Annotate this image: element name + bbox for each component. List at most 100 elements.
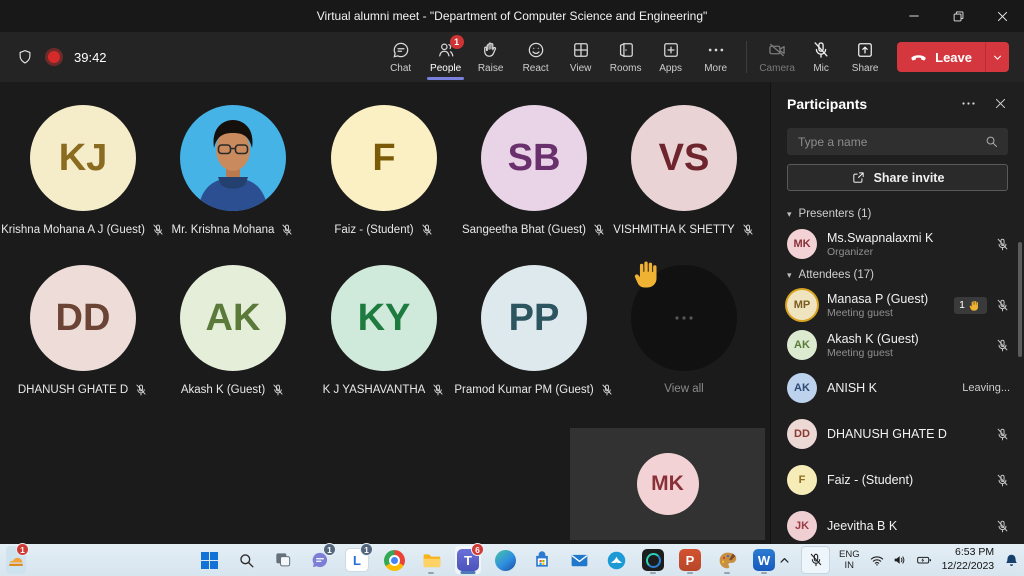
view-all-tile[interactable]: View all: [609, 265, 759, 395]
start-button[interactable]: [196, 546, 222, 574]
edge-button[interactable]: [492, 546, 518, 574]
participant-tile[interactable]: Mr. Krishna Mohana: [158, 105, 308, 237]
participant-row[interactable]: MK Ms.Swapnalaxmi K Organizer: [771, 224, 1024, 264]
mic-toggle[interactable]: Mic: [799, 32, 843, 82]
tray-mic-button[interactable]: [801, 546, 830, 574]
webex-button[interactable]: [640, 546, 666, 574]
notification-bell-icon[interactable]: [1003, 552, 1020, 569]
language-indicator[interactable]: ENG IN: [839, 549, 860, 572]
mail-button[interactable]: [566, 546, 592, 574]
widgets-button[interactable]: 1: [6, 546, 26, 574]
taskbar-clock[interactable]: 6:53 PM 12/22/2023: [942, 546, 995, 573]
powerpoint-button[interactable]: P: [677, 546, 703, 574]
participant-tile[interactable]: F Faiz - (Student): [309, 105, 459, 237]
share-screen-icon: [855, 40, 875, 60]
tab-rooms[interactable]: Rooms: [603, 32, 648, 82]
store-button[interactable]: [529, 546, 555, 574]
toolbar-tabs: Chat 1 People Raise React View: [378, 32, 738, 82]
participant-name: Mr. Krishna Mohana: [172, 224, 275, 236]
file-explorer-button[interactable]: [418, 546, 444, 574]
tab-apps[interactable]: Apps: [648, 32, 693, 82]
system-tray: ENG IN 6:53 PM 12/22/2023: [777, 546, 1024, 574]
participant-tile[interactable]: VS VISHMITHA K SHETTY: [609, 105, 759, 237]
participant-search[interactable]: [787, 128, 1008, 155]
raised-hand-badge: 1: [954, 297, 987, 314]
word-icon: W: [753, 549, 775, 571]
word-button[interactable]: W: [751, 546, 777, 574]
presenters-section-header[interactable]: ▾ Presenters (1): [771, 203, 1024, 224]
system-status-icons[interactable]: [869, 552, 933, 568]
tab-raise[interactable]: Raise: [468, 32, 513, 82]
participant-tile[interactable]: KJ Krishna Mohana A J (Guest): [8, 105, 158, 237]
participant-name: K J YASHAVANTHA: [323, 384, 426, 396]
participant-row[interactable]: MP Manasa P (Guest) Meeting guest 1: [771, 285, 1024, 325]
toolbar-divider: [746, 41, 747, 73]
participant-row[interactable]: F Faiz - (Student): [771, 457, 1024, 503]
participant-tile[interactable]: PP Pramod Kumar PM (Guest): [459, 265, 609, 397]
taskbar-icons: 1 L 1 T 6: [196, 546, 777, 574]
powerpoint-icon: P: [679, 549, 701, 571]
tray-chevron-up-icon[interactable]: [777, 553, 792, 568]
participant-tile[interactable]: KY K J YASHAVANTHA: [309, 265, 459, 397]
webex-icon: [642, 549, 664, 571]
self-view-tile[interactable]: MK: [570, 428, 765, 540]
share-invite-button[interactable]: Share invite: [787, 164, 1008, 191]
participant-row[interactable]: DD DHANUSH GHATE D: [771, 411, 1024, 457]
chat-app-button[interactable]: 1: [307, 546, 333, 574]
panel-close-icon[interactable]: [993, 96, 1008, 111]
participant-tile[interactable]: SB Sangeetha Bhat (Guest): [459, 105, 609, 237]
participant-row[interactable]: AK Akash K (Guest) Meeting guest: [771, 325, 1024, 365]
avatar: DD: [30, 265, 136, 371]
l-app-button[interactable]: L 1: [344, 546, 370, 574]
panel-scrollbar[interactable]: [1018, 242, 1022, 357]
taskbar-search-button[interactable]: [233, 546, 259, 574]
wifi-icon: [869, 552, 885, 568]
tab-view[interactable]: View: [558, 32, 603, 82]
participant-row[interactable]: AK ANISH K Leaving...: [771, 365, 1024, 411]
attendees-section-header[interactable]: ▾ Attendees (17): [771, 264, 1024, 285]
window-title: Virtual alumni meet - "Department of Com…: [132, 9, 892, 23]
participant-tile[interactable]: AK Akash K (Guest): [158, 265, 308, 397]
teams-app-button[interactable]: T 6: [455, 546, 481, 574]
mic-muted-icon: [431, 383, 445, 397]
meeting-toolbar: 39:42 Chat 1 People Raise React: [0, 32, 1024, 83]
share-toggle[interactable]: Share: [843, 32, 887, 82]
avatar: DD: [787, 419, 817, 449]
overflow-circle: [631, 265, 737, 371]
chat-badge: 1: [323, 543, 336, 556]
tab-chat[interactable]: Chat: [378, 32, 423, 82]
widgets-badge: 1: [16, 543, 29, 556]
avatar: MK: [787, 229, 817, 259]
meeting-timer: 39:42: [74, 50, 107, 65]
tab-people[interactable]: 1 People: [423, 32, 468, 82]
bird-app-button[interactable]: [603, 546, 629, 574]
panel-more-options-icon[interactable]: [960, 95, 977, 112]
participant-row[interactable]: JK Jeevitha B K: [771, 503, 1024, 549]
leave-button[interactable]: Leave: [897, 42, 985, 72]
search-icon: [237, 551, 256, 570]
mic-muted-icon: [811, 40, 831, 60]
chevron-down-icon: [991, 51, 1004, 64]
mic-muted-icon: [995, 237, 1010, 252]
raised-hand-icon: [969, 299, 982, 312]
mic-muted-icon: [280, 223, 294, 237]
leave-options-button[interactable]: [985, 42, 1009, 72]
chrome-button[interactable]: [381, 546, 407, 574]
date: 12/22/2023: [942, 560, 995, 574]
participant-tile[interactable]: DD DHANUSH GHATE D: [8, 265, 158, 397]
close-button[interactable]: [980, 0, 1024, 32]
camera-toggle[interactable]: Camera: [755, 32, 799, 82]
minimize-button[interactable]: [892, 0, 936, 32]
edge-icon: [495, 550, 516, 571]
active-tab-underline: [427, 77, 464, 80]
search-input[interactable]: [796, 134, 984, 150]
tab-react[interactable]: React: [513, 32, 558, 82]
avatar: F: [331, 105, 437, 211]
tab-more[interactable]: More: [693, 32, 738, 82]
task-view-button[interactable]: [270, 546, 296, 574]
restore-button[interactable]: [936, 0, 980, 32]
chrome-icon: [384, 550, 405, 571]
paint-button[interactable]: [714, 546, 740, 574]
avatar: JK: [787, 511, 817, 541]
volume-icon: [892, 552, 908, 568]
